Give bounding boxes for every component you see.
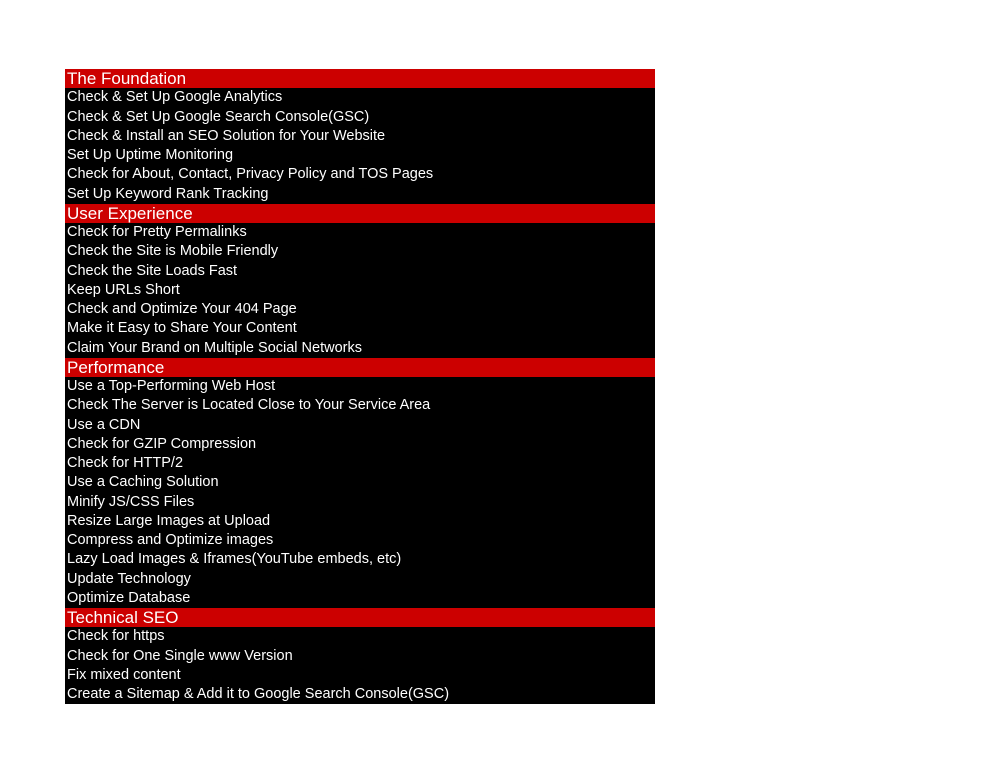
checklist-item: Check The Server is Located Close to You… — [65, 396, 655, 416]
section-header: Technical SEO — [65, 608, 655, 628]
checklist-item: Check for GZIP Compression — [65, 434, 655, 454]
checklist-item: Minify JS/CSS Files — [65, 492, 655, 512]
checklist-item: Claim Your Brand on Multiple Social Netw… — [65, 338, 655, 358]
checklist-item: Lazy Load Images & Iframes(YouTube embed… — [65, 550, 655, 570]
checklist-item: Check and Optimize Your 404 Page — [65, 300, 655, 320]
checklist-item: Check the Site Loads Fast — [65, 261, 655, 281]
checklist-item: Use a Top-Performing Web Host — [65, 377, 655, 397]
checklist-item: Check the Site is Mobile Friendly — [65, 242, 655, 262]
checklist-item: Check & Set Up Google Analytics — [65, 88, 655, 108]
checklist-item: Check for One Single www Version — [65, 646, 655, 666]
checklist-item: Optimize Database — [65, 588, 655, 608]
checklist-item: Use a CDN — [65, 415, 655, 435]
checklist-item: Create a Sitemap & Add it to Google Sear… — [65, 685, 655, 705]
checklist-item: Set Up Keyword Rank Tracking — [65, 184, 655, 204]
checklist-table: The Foundation Check & Set Up Google Anal… — [65, 69, 655, 705]
checklist-item: Check for Pretty Permalinks — [65, 223, 655, 243]
checklist-item: Check for About, Contact, Privacy Policy… — [65, 165, 655, 185]
checklist-item: Check for https — [65, 627, 655, 647]
checklist-item: Set Up Uptime Monitoring — [65, 146, 655, 166]
section-header: Performance — [65, 357, 655, 377]
checklist-item: Compress and Optimize images — [65, 531, 655, 551]
checklist-item: Keep URLs Short — [65, 280, 655, 300]
checklist-item: Check for HTTP/2 — [65, 454, 655, 474]
checklist-item: Resize Large Images at Upload — [65, 511, 655, 531]
checklist-item: Make it Easy to Share Your Content — [65, 319, 655, 339]
checklist-item: Use a Caching Solution — [65, 473, 655, 493]
section-header: User Experience — [65, 203, 655, 223]
checklist-item: Check & Install an SEO Solution for Your… — [65, 126, 655, 146]
checklist-item: Update Technology — [65, 569, 655, 589]
checklist-item: Check & Set Up Google Search Console(GSC… — [65, 107, 655, 127]
checklist-item: Fix mixed content — [65, 665, 655, 685]
section-header: The Foundation — [65, 69, 655, 89]
